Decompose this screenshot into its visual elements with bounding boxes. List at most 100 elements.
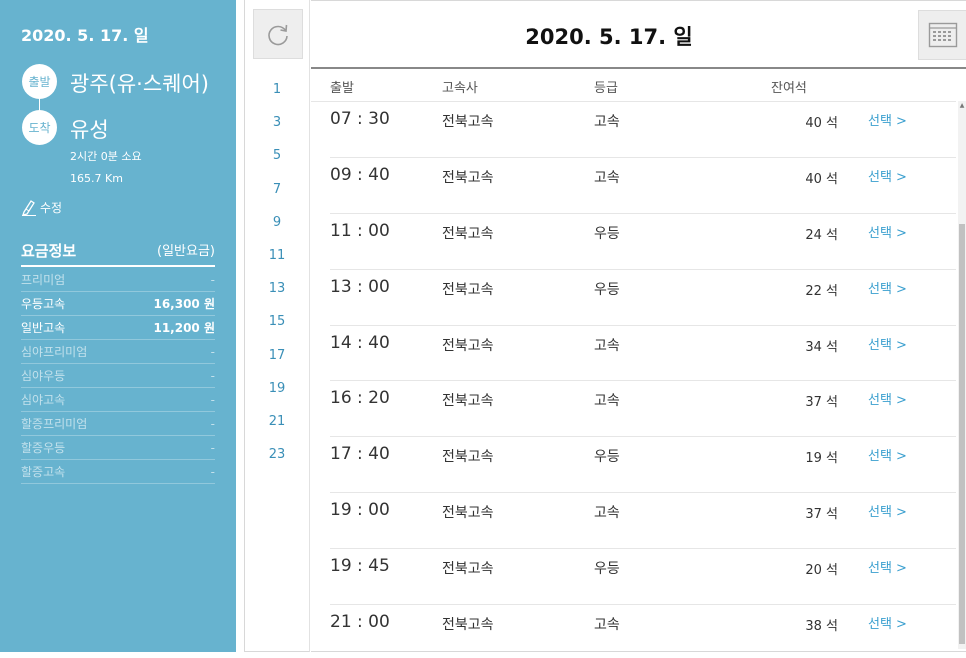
select-button[interactable]: 선택 > bbox=[868, 613, 907, 632]
remaining-seats: 40 석 bbox=[805, 116, 838, 131]
table-row: 13 : 00 전북고속 우등 22 석 선택 > bbox=[311, 270, 956, 326]
departure-time: 19 : 00 bbox=[330, 500, 390, 521]
remaining-seats: 34 석 bbox=[805, 339, 838, 355]
edit-pencil-icon bbox=[22, 200, 36, 216]
travel-duration: 2시간 0분 소요 bbox=[70, 150, 142, 163]
table-row: 09 : 40 전북고속 고속 40 석 선택 > bbox=[311, 158, 956, 214]
table-row: 21 : 00 전북고속 고속 38 석 선택 > bbox=[311, 605, 956, 658]
bus-company: 전북고속 bbox=[442, 114, 494, 130]
hour-link[interactable]: 17 bbox=[245, 339, 309, 372]
bus-grade: 고속 bbox=[594, 505, 620, 522]
select-button[interactable]: 선택 > bbox=[868, 110, 907, 129]
fare-row: 심야고속 - bbox=[21, 388, 215, 412]
hour-link[interactable]: 9 bbox=[245, 206, 309, 239]
remaining-seats: 20 석 bbox=[805, 563, 838, 579]
select-button[interactable]: 선택 > bbox=[868, 557, 907, 576]
fare-row: 심야프리미엄 - bbox=[21, 340, 215, 364]
fare-grade-name: 할증고속 bbox=[21, 465, 66, 479]
table-row: 19 : 45 전북고속 우등 20 석 선택 > bbox=[311, 549, 956, 605]
departure-badge: 출발 bbox=[22, 64, 57, 99]
bus-company: 전북고속 bbox=[442, 393, 494, 410]
column-header-company: 고속사 bbox=[442, 81, 478, 96]
fare-row: 우등고속 16,300 원 bbox=[21, 292, 215, 316]
hour-link[interactable]: 21 bbox=[245, 405, 309, 438]
refresh-icon bbox=[268, 24, 288, 46]
hour-link[interactable]: 3 bbox=[245, 106, 309, 139]
bus-company: 전북고속 bbox=[442, 505, 494, 522]
fare-grade-name: 프리미엄 bbox=[21, 273, 66, 287]
select-button[interactable]: 선택 > bbox=[868, 334, 907, 353]
fare-info-title: 요금정보 bbox=[21, 242, 77, 260]
fare-price: 16,300 원 bbox=[153, 297, 215, 311]
bus-grade: 우등 bbox=[594, 449, 620, 466]
fare-grade-name: 할증우등 bbox=[21, 441, 66, 455]
edit-route-button[interactable]: 수정 bbox=[21, 198, 62, 216]
fare-price: - bbox=[210, 272, 215, 287]
hour-link[interactable]: 5 bbox=[245, 139, 309, 172]
hour-link[interactable]: 11 bbox=[245, 239, 309, 272]
fare-price: - bbox=[210, 392, 215, 407]
fare-row: 프리미엄 - bbox=[21, 268, 215, 292]
hour-list: 1 3 5 7 9 11 13 15 17 19 21 23 bbox=[245, 73, 309, 471]
table-row: 14 : 40 전북고속 고속 34 석 선택 > bbox=[311, 326, 956, 382]
hour-link[interactable]: 13 bbox=[245, 272, 309, 305]
select-button[interactable]: 선택 > bbox=[868, 278, 907, 297]
arrival-terminal-name: 유성 bbox=[70, 118, 109, 142]
bus-company: 전북고속 bbox=[442, 617, 494, 634]
hour-link[interactable]: 1 bbox=[245, 73, 309, 106]
select-button[interactable]: 선택 > bbox=[868, 445, 907, 464]
remaining-seats: 37 석 bbox=[805, 395, 838, 411]
departure-time: 14 : 40 bbox=[330, 332, 390, 353]
select-button[interactable]: 선택 > bbox=[868, 389, 907, 408]
fare-grade-name: 할증프리미엄 bbox=[21, 417, 88, 431]
fare-price: - bbox=[210, 344, 215, 359]
bus-grade: 우등 bbox=[594, 561, 620, 578]
fare-row: 할증프리미엄 - bbox=[21, 412, 215, 436]
departure-time: 07 : 30 bbox=[330, 109, 390, 129]
fare-price: - bbox=[210, 440, 215, 455]
select-button[interactable]: 선택 > bbox=[868, 166, 907, 185]
remaining-seats: 37 석 bbox=[805, 507, 838, 523]
bus-grade: 고속 bbox=[594, 114, 620, 130]
bus-grade: 고속 bbox=[594, 393, 620, 410]
table-row: 16 : 20 전북고속 고속 37 석 선택 > bbox=[311, 381, 956, 438]
bus-grade: 우등 bbox=[594, 281, 620, 298]
remaining-seats: 40 석 bbox=[805, 171, 838, 187]
hour-link[interactable]: 15 bbox=[245, 305, 309, 338]
departure-time: 19 : 45 bbox=[330, 556, 390, 577]
departure-time: 13 : 00 bbox=[330, 276, 390, 297]
fare-grade-name: 심야프리미엄 bbox=[21, 345, 88, 359]
hour-link[interactable]: 23 bbox=[245, 438, 309, 471]
departure-time: 21 : 00 bbox=[330, 612, 390, 633]
fare-price: - bbox=[210, 464, 215, 479]
remaining-seats: 38 석 bbox=[805, 619, 838, 635]
scrollbar-thumb[interactable] bbox=[959, 224, 965, 644]
travel-distance: 165.7 Km bbox=[70, 172, 123, 185]
bus-company: 전북고속 bbox=[442, 337, 494, 354]
hour-link[interactable]: 7 bbox=[245, 173, 309, 206]
timetable-scrollbar[interactable]: ▲ bbox=[958, 101, 966, 649]
sidebar-date: 2020. 5. 17. 일 bbox=[21, 26, 149, 45]
scroll-up-arrow-icon[interactable]: ▲ bbox=[958, 101, 966, 111]
departure-terminal-name: 광주(유·스퀘어) bbox=[70, 72, 209, 96]
fare-row: 일반고속 11,200 원 bbox=[21, 316, 215, 340]
remaining-seats: 22 석 bbox=[805, 283, 838, 299]
bus-company: 전북고속 bbox=[442, 449, 494, 466]
column-header-departure: 출발 bbox=[330, 81, 354, 96]
hour-link[interactable]: 19 bbox=[245, 372, 309, 405]
select-button[interactable]: 선택 > bbox=[868, 501, 907, 520]
remaining-seats: 24 석 bbox=[805, 227, 838, 243]
calendar-icon bbox=[928, 22, 958, 48]
fare-grade-name: 일반고속 bbox=[21, 321, 66, 335]
refresh-button[interactable] bbox=[253, 9, 303, 59]
bus-grade: 고속 bbox=[594, 169, 620, 186]
column-header-grade: 등급 bbox=[594, 81, 618, 96]
fare-type-label: (일반요금) bbox=[157, 244, 215, 259]
fare-grade-name: 심야우등 bbox=[21, 369, 66, 383]
page-title: 2020. 5. 17. 일 bbox=[525, 25, 693, 49]
column-header-seats: 잔여석 bbox=[771, 81, 807, 96]
edit-route-label: 수정 bbox=[40, 200, 63, 215]
select-button[interactable]: 선택 > bbox=[868, 222, 907, 241]
table-row: 11 : 00 전북고속 우등 24 석 선택 > bbox=[311, 214, 956, 270]
calendar-button[interactable] bbox=[918, 10, 966, 60]
